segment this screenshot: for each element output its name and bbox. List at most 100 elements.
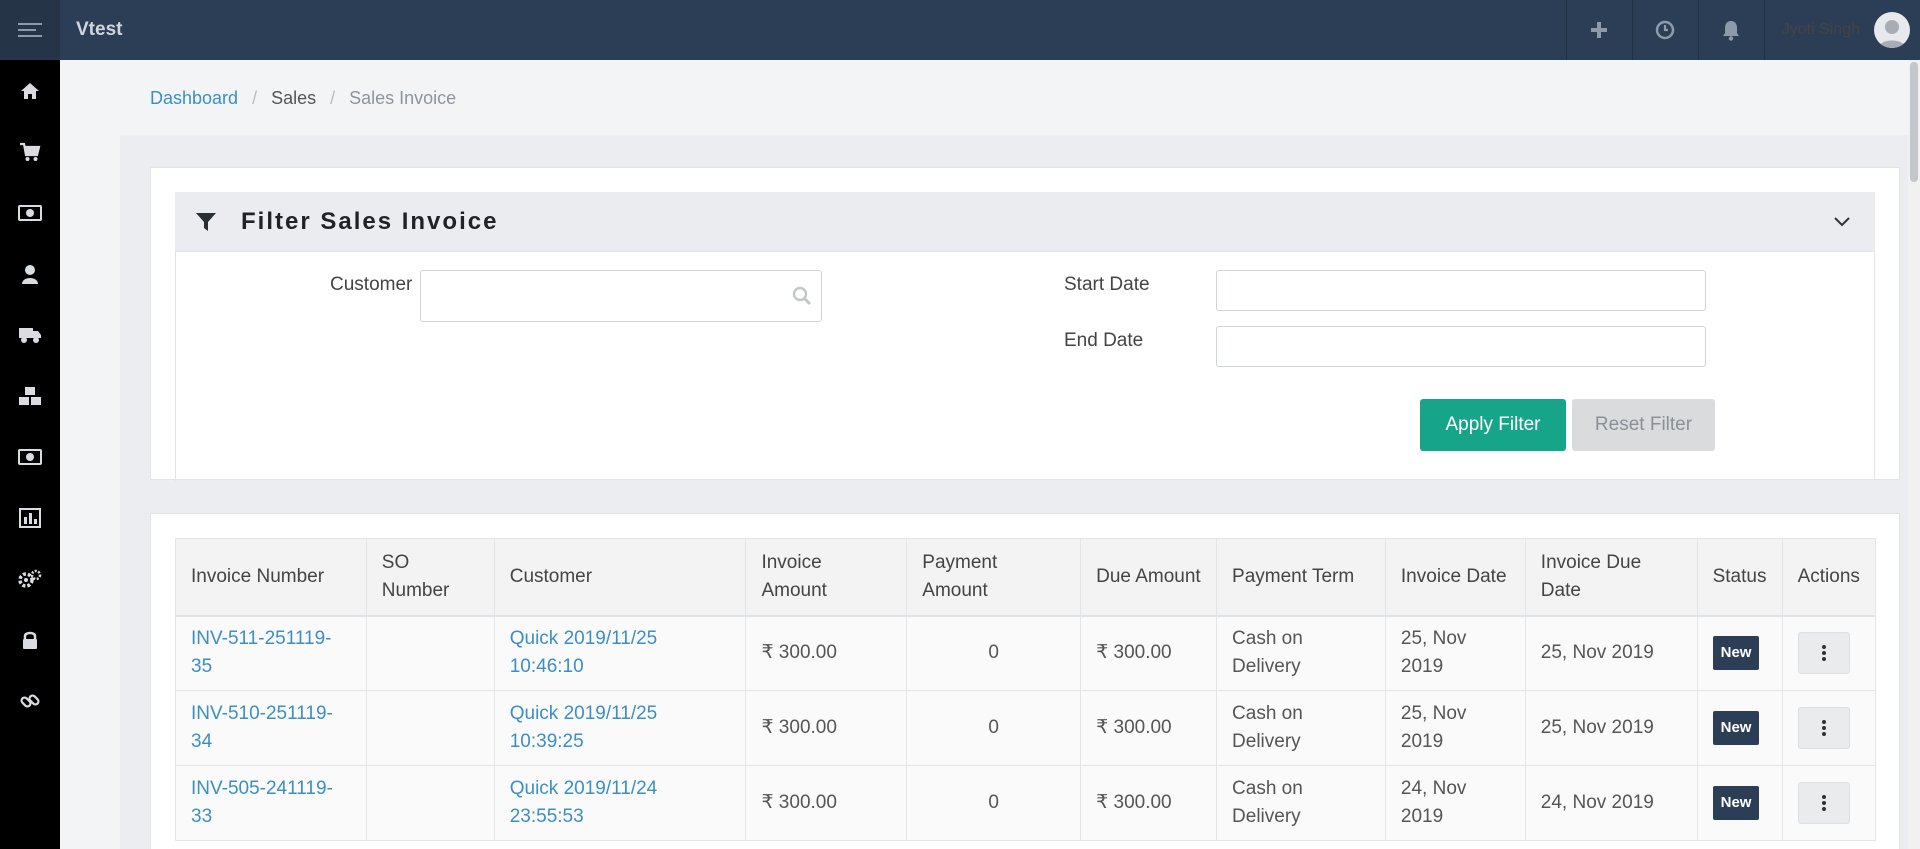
row-actions-button[interactable]	[1797, 632, 1850, 675]
invoice-due-date-cell: 24, Nov 2019	[1524, 765, 1698, 841]
truck-icon	[19, 327, 41, 343]
sidebar-item-home[interactable]	[0, 60, 60, 121]
kebab-menu-icon	[1821, 720, 1826, 736]
column-header-status[interactable]: Status	[1696, 538, 1783, 617]
start-date-input[interactable]	[1216, 270, 1706, 311]
payment-term-cell: Cash on Delivery	[1216, 615, 1386, 691]
row-actions-button[interactable]	[1797, 707, 1850, 749]
so-number-cell	[365, 765, 495, 841]
sidebar	[0, 60, 60, 849]
avatar[interactable]	[1874, 12, 1910, 48]
invoice-due-date-cell: 25, Nov 2019	[1524, 690, 1698, 766]
column-header-payment-term[interactable]: Payment Term	[1216, 538, 1386, 617]
invoice-number-link[interactable]: INV-505-241119-33	[175, 765, 367, 841]
status-badge: New	[1712, 786, 1760, 820]
breadcrumb-separator: /	[330, 88, 336, 108]
table-header-row: Invoice Number SO Number Customer Invoic…	[175, 538, 1877, 617]
filter-card: Filter Sales Invoice Customer Start Date…	[150, 167, 1900, 481]
column-header-invoice-date[interactable]: Invoice Date	[1384, 538, 1526, 617]
hamburger-icon	[18, 23, 42, 37]
bar-chart-icon	[19, 507, 41, 528]
column-header-customer[interactable]: Customer	[493, 538, 747, 617]
column-header-payment-amount[interactable]: Payment Amount	[906, 538, 1082, 617]
column-header-so-number[interactable]: SO Number	[365, 538, 495, 617]
column-header-invoice-number[interactable]: Invoice Number	[175, 538, 367, 617]
due-amount-cell: ₹ 300.00	[1080, 690, 1218, 766]
apply-filter-button[interactable]: Apply Filter	[1420, 399, 1566, 451]
user-menu[interactable]: Jyoti Singh	[1763, 0, 1910, 60]
invoice-number-link[interactable]: INV-511-251119-35	[175, 615, 367, 691]
sidebar-item-products[interactable]	[0, 365, 60, 426]
lock-icon	[23, 631, 37, 649]
sidebar-item-sales[interactable]	[0, 121, 60, 182]
sidebar-item-customers[interactable]	[0, 243, 60, 304]
status-badge: New	[1712, 711, 1760, 745]
filter-body: Customer Start Date End Date Apply Filte…	[175, 252, 1875, 481]
invoice-amount-cell: ₹ 300.00	[745, 690, 908, 766]
chevron-down-icon[interactable]	[1833, 216, 1851, 228]
cart-icon	[20, 142, 41, 161]
scrollbar-thumb[interactable]	[1910, 62, 1918, 182]
customer-search-input[interactable]	[420, 270, 822, 322]
sidebar-item-purchases[interactable]	[0, 426, 60, 487]
link-icon	[20, 693, 40, 708]
end-date-label: End Date	[1064, 330, 1144, 351]
reset-filter-button[interactable]: Reset Filter	[1572, 399, 1715, 451]
menu-toggle-button[interactable]	[0, 0, 60, 60]
sidebar-item-reports[interactable]	[0, 487, 60, 548]
customer-label: Customer	[330, 274, 413, 295]
breadcrumb-current: Sales Invoice	[349, 88, 457, 108]
invoice-table-card: Invoice Number SO Number Customer Invoic…	[150, 513, 1900, 849]
sidebar-item-security[interactable]	[0, 609, 60, 670]
actions-cell	[1781, 690, 1877, 766]
end-date-input[interactable]	[1216, 326, 1706, 367]
topbar-actions: Jyoti Singh	[1565, 0, 1910, 60]
invoice-amount-cell: ₹ 300.00	[745, 615, 908, 691]
row-actions-button[interactable]	[1797, 782, 1850, 824]
sidebar-item-integrations[interactable]	[0, 670, 60, 731]
column-header-invoice-amount[interactable]: Invoice Amount	[745, 538, 908, 617]
column-header-actions: Actions	[1781, 538, 1877, 617]
table-row: INV-505-241119-33 Quick 2019/11/24 23:55…	[175, 765, 1877, 841]
customer-link[interactable]: Quick 2019/11/24 23:55:53	[493, 765, 747, 841]
sidebar-item-payments[interactable]	[0, 182, 60, 243]
filter-icon	[196, 212, 216, 231]
payment-amount-cell: 0	[906, 765, 1082, 841]
invoice-amount-cell: ₹ 300.00	[745, 765, 908, 841]
invoice-number-link[interactable]: INV-510-251119-34	[175, 690, 367, 766]
filter-title: Filter Sales Invoice	[241, 207, 499, 235]
table-row: INV-510-251119-34 Quick 2019/11/25 10:39…	[175, 690, 1877, 766]
due-amount-cell: ₹ 300.00	[1080, 765, 1218, 841]
so-number-cell	[365, 690, 495, 766]
sidebar-item-settings[interactable]	[0, 548, 60, 609]
user-avatar-icon	[1879, 20, 1905, 48]
clock-icon	[1655, 20, 1675, 40]
add-button[interactable]	[1565, 0, 1632, 60]
home-icon	[21, 82, 39, 99]
actions-cell	[1781, 765, 1877, 841]
brand-name[interactable]: Vtest	[76, 19, 122, 41]
kebab-menu-icon	[1821, 645, 1826, 662]
column-header-due-amount[interactable]: Due Amount	[1080, 538, 1218, 617]
invoice-date-cell: 24, Nov 2019	[1384, 765, 1526, 841]
sidebar-item-delivery[interactable]	[0, 304, 60, 365]
history-button[interactable]	[1631, 0, 1698, 60]
search-icon	[792, 286, 812, 306]
customer-link[interactable]: Quick 2019/11/25 10:46:10	[493, 615, 747, 691]
invoice-date-cell: 25, Nov 2019	[1384, 615, 1526, 691]
so-number-cell	[365, 615, 495, 691]
customer-link[interactable]: Quick 2019/11/25 10:39:25	[493, 690, 747, 766]
column-header-invoice-due-date[interactable]: Invoice Due Date	[1524, 538, 1698, 617]
payment-amount-cell: 0	[906, 690, 1082, 766]
filter-header[interactable]: Filter Sales Invoice	[175, 192, 1875, 252]
notifications-button[interactable]	[1697, 0, 1764, 60]
invoice-due-date-cell: 25, Nov 2019	[1524, 615, 1698, 691]
breadcrumb-dashboard-link[interactable]: Dashboard	[150, 88, 238, 109]
gears-icon	[18, 569, 42, 588]
status-badge: New	[1712, 636, 1760, 671]
cubes-icon	[19, 386, 41, 405]
breadcrumb-sales[interactable]: Sales	[271, 88, 316, 109]
due-amount-cell: ₹ 300.00	[1080, 615, 1218, 691]
top-bar: Vtest Jyoti Singh	[0, 0, 1920, 60]
money-icon	[18, 448, 42, 465]
